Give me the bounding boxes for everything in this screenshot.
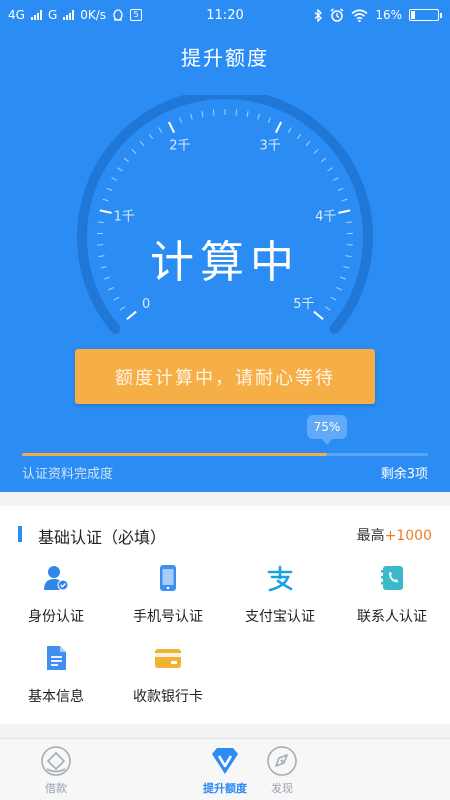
battery-icon [409, 9, 442, 21]
gauge-minor-tick [235, 109, 238, 116]
bank-card-icon [154, 644, 182, 672]
hero-panel: 4G G 0K/s 5 11:20 16% 提升额度 0 1千 2千 3千 4千 5千 计… [0, 0, 450, 492]
alarm-icon [330, 8, 344, 22]
auth-item-label: 身份认证 [28, 609, 84, 625]
max-bonus: 最高+1000 [357, 525, 432, 545]
gauge-minor-tick [324, 306, 331, 311]
progress-remaining: 剩余3项 [380, 467, 428, 482]
auth-item-label: 联系人认证 [357, 609, 427, 625]
gauge-tick-label: 5千 [293, 297, 314, 312]
auth-item-identity[interactable]: 身份认证 [0, 564, 112, 634]
signal-icon-2 [63, 10, 75, 20]
gauge-minor-tick [287, 127, 292, 133]
gauge-minor-tick [305, 140, 311, 147]
battery-percent: 16% [375, 8, 402, 22]
network-type-label: 4G [8, 8, 25, 22]
max-bonus-value: +1000 [384, 528, 432, 544]
calculating-button[interactable]: 额度计算中，请耐心等待 [75, 349, 375, 404]
gauge-minor-tick [158, 127, 163, 133]
contacts-book-icon [378, 564, 406, 592]
gauge-minor-tick [119, 306, 126, 311]
id-card-user-icon [42, 564, 70, 592]
auth-item-basic-info[interactable]: 基本信息 [0, 644, 112, 714]
gauge-status-text: 计算中 [150, 237, 300, 288]
gauge-major-tick [126, 310, 137, 321]
tab-loan[interactable]: 借款 [0, 745, 112, 796]
bottom-tab-bar: 借款 提升额度 发现 [0, 738, 450, 800]
gauge-minor-tick [139, 140, 145, 147]
gauge-major-tick [338, 209, 351, 214]
gauge-major-tick [313, 310, 324, 321]
auth-item-label: 手机号认证 [133, 609, 203, 625]
document-icon [42, 644, 70, 672]
gauge-minor-tick [113, 296, 120, 301]
gauge-minor-tick [341, 198, 348, 202]
tab-label: 发现 [271, 782, 293, 795]
gauge-minor-tick [131, 149, 137, 154]
alipay-icon [266, 564, 294, 592]
gauge-minor-tick [201, 111, 204, 118]
compass-icon [266, 745, 298, 777]
notification-box-icon: 5 [130, 9, 143, 21]
gauge-major-tick [167, 121, 176, 134]
progress-fill [22, 453, 327, 456]
gauge-tick-label: 1千 [114, 210, 135, 225]
progress-percent-bubble: 75% [307, 415, 347, 445]
basic-auth-header: 基础认证（必填） 最高+1000 [0, 524, 450, 547]
gauge-minor-tick [190, 113, 193, 120]
gauge-minor-tick [346, 221, 353, 224]
tab-label: 借款 [45, 782, 67, 795]
gauge-tick-label: 0 [142, 297, 150, 312]
bluetooth-icon [314, 8, 323, 22]
max-bonus-prefix: 最高 [356, 528, 385, 544]
credit-gauge: 0 1千 2千 3千 4千 5千 [77, 95, 373, 334]
status-bar: 4G G 0K/s 5 11:20 16% [0, 0, 450, 30]
gauge-major-tick [99, 209, 112, 214]
gauge-minor-tick [106, 187, 113, 191]
qq-icon [113, 8, 123, 21]
gauge-major-tick [274, 121, 283, 134]
gauge-minor-tick [257, 113, 260, 120]
wifi-icon [351, 8, 368, 22]
auth-item-phone[interactable]: 手机号认证 [112, 564, 224, 634]
network-speed: 0K/s [80, 8, 107, 22]
gauge-minor-tick [148, 133, 154, 140]
gauge-minor-tick [296, 133, 302, 140]
gauge-tick-label: 4千 [315, 210, 336, 225]
network-type-label-2: G [47, 8, 58, 22]
mobile-phone-icon [154, 564, 182, 592]
auth-item-bank-card[interactable]: 收款银行卡 [112, 644, 224, 714]
gauge-minor-tick [313, 149, 319, 154]
gauge-minor-tick [97, 221, 104, 224]
gauge-minor-tick [102, 198, 109, 202]
gauge-minor-tick [212, 109, 215, 116]
gauge-minor-tick [327, 167, 333, 172]
basic-auth-title: 基础认证（必填） [38, 528, 167, 547]
auth-item-alipay[interactable]: 支付宝认证 [224, 564, 336, 634]
gauge-minor-tick [117, 167, 123, 172]
gauge-minor-tick [332, 177, 339, 181]
gauge-minor-tick [320, 157, 327, 163]
progress-label: 认证资料完成度 [22, 467, 114, 482]
gauge-tick-label: 3千 [260, 138, 281, 153]
gauge-minor-tick [111, 177, 118, 181]
gauge-tick-label: 2千 [169, 138, 190, 153]
tab-discover[interactable]: 发现 [226, 745, 338, 796]
auth-item-contacts[interactable]: 联系人认证 [336, 564, 448, 634]
auth-item-label: 支付宝认证 [245, 609, 315, 625]
gauge-minor-tick [337, 187, 344, 191]
gauge-minor-tick [330, 296, 337, 301]
gauge-minor-tick [179, 117, 183, 124]
loan-icon [40, 745, 72, 777]
progress-track [22, 453, 428, 456]
signal-icon [30, 10, 42, 20]
auth-item-label: 基本信息 [28, 689, 84, 705]
gauge-minor-tick [246, 111, 249, 118]
basic-auth-card: 基础认证（必填） 最高+1000 身份认证 手机号认证 支付宝认证 联系人认证 … [0, 506, 450, 724]
page-title: 提升额度 [181, 46, 269, 70]
section-accent-bar [18, 526, 22, 542]
auth-item-label: 收款银行卡 [133, 689, 203, 705]
gauge-minor-tick [123, 157, 130, 163]
gauge-minor-tick [267, 117, 271, 124]
